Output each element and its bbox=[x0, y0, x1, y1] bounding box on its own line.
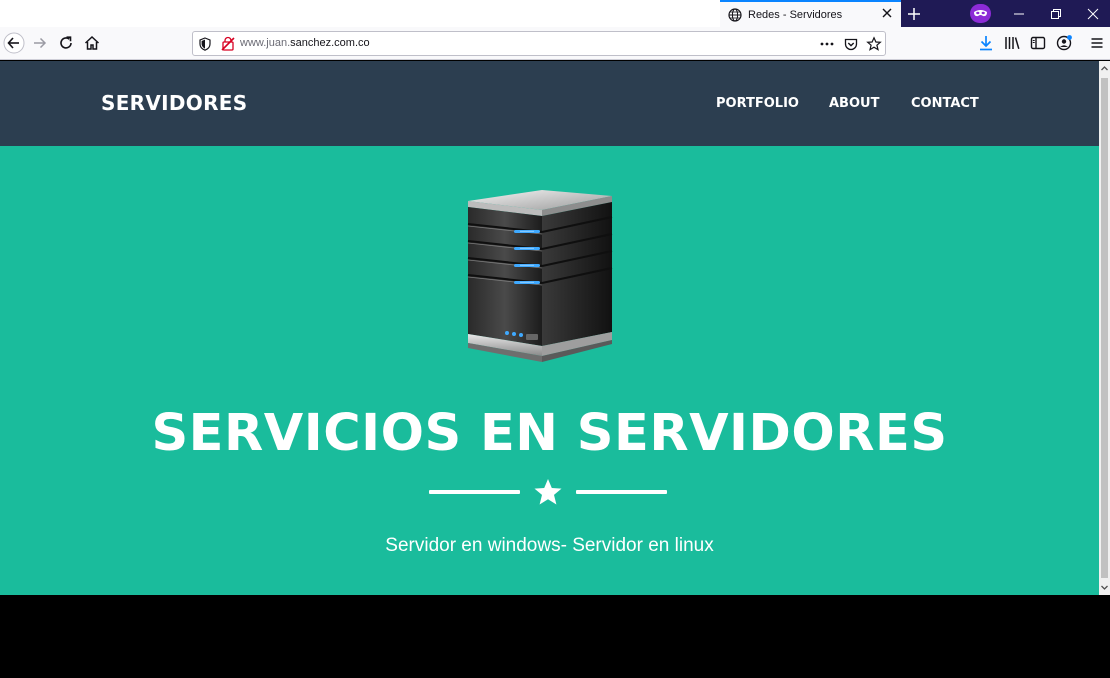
page-title: SERVICIOS EN SERVIDORES bbox=[151, 404, 948, 463]
plus-icon[interactable] bbox=[905, 5, 923, 23]
download-icon[interactable] bbox=[977, 34, 995, 52]
url-text: www.juan.sanchez.com.co bbox=[240, 37, 370, 49]
page-subtitle: Servidor en windows- Servidor en linux bbox=[385, 535, 714, 556]
back-icon[interactable] bbox=[3, 32, 25, 54]
home-icon[interactable] bbox=[83, 34, 101, 52]
pocket-icon[interactable] bbox=[843, 36, 859, 52]
tab-title: Redes - Servidores bbox=[748, 8, 843, 21]
globe-icon bbox=[728, 7, 742, 22]
url-bar[interactable]: www.juan.sanchez.com.co bbox=[192, 31, 886, 56]
forward-icon[interactable] bbox=[31, 34, 49, 52]
blank-area bbox=[0, 595, 1110, 678]
tab-strip-empty-area bbox=[0, 0, 720, 27]
site-brand[interactable]: SERVIDORES bbox=[101, 91, 247, 115]
bookmark-star-icon[interactable] bbox=[866, 36, 882, 52]
restore-button[interactable] bbox=[1037, 0, 1075, 27]
nav-link-portfolio[interactable]: PORTFOLIO bbox=[716, 96, 799, 111]
close-icon[interactable] bbox=[880, 6, 894, 20]
account-icon[interactable] bbox=[1055, 34, 1073, 52]
scroll-up-icon[interactable] bbox=[1100, 64, 1109, 73]
scroll-down-icon[interactable] bbox=[1100, 583, 1109, 592]
divider-line-left bbox=[429, 490, 520, 494]
reload-icon[interactable] bbox=[57, 34, 75, 52]
minimize-button[interactable] bbox=[1000, 0, 1038, 27]
url-prefix: www.juan. bbox=[240, 37, 291, 49]
menu-icon[interactable] bbox=[1088, 34, 1106, 52]
url-domain: sanchez.com.co bbox=[290, 37, 370, 49]
page-scrollbar[interactable] bbox=[1099, 61, 1110, 595]
scrollbar-thumb[interactable] bbox=[1101, 78, 1108, 578]
library-icon[interactable] bbox=[1003, 34, 1021, 52]
browser-title-bar: Redes - Servidores bbox=[0, 0, 1110, 27]
star-icon bbox=[534, 479, 562, 505]
nav-link-about[interactable]: ABOUT bbox=[829, 96, 879, 111]
browser-toolbar: www.juan.sanchez.com.co bbox=[0, 27, 1110, 60]
browser-tab[interactable]: Redes - Servidores bbox=[720, 0, 901, 27]
divider-line-right bbox=[576, 490, 667, 494]
tracking-off-icon[interactable] bbox=[220, 36, 236, 52]
nav-link-contact[interactable]: CONTACT bbox=[911, 96, 979, 111]
masthead: SERVICIOS EN SERVIDORES Servidor en wind… bbox=[0, 146, 1099, 595]
more-icon[interactable] bbox=[819, 36, 835, 52]
page-viewport: SERVIDORES PORTFOLIO ABOUT CONTACT SERVI… bbox=[0, 61, 1099, 595]
shield-icon[interactable] bbox=[197, 36, 213, 52]
close-window-button[interactable] bbox=[1074, 0, 1110, 27]
sidebar-icon[interactable] bbox=[1029, 34, 1047, 52]
server-image bbox=[467, 190, 613, 362]
private-browsing-icon bbox=[970, 4, 991, 23]
site-navbar: SERVIDORES PORTFOLIO ABOUT CONTACT bbox=[0, 61, 1099, 146]
